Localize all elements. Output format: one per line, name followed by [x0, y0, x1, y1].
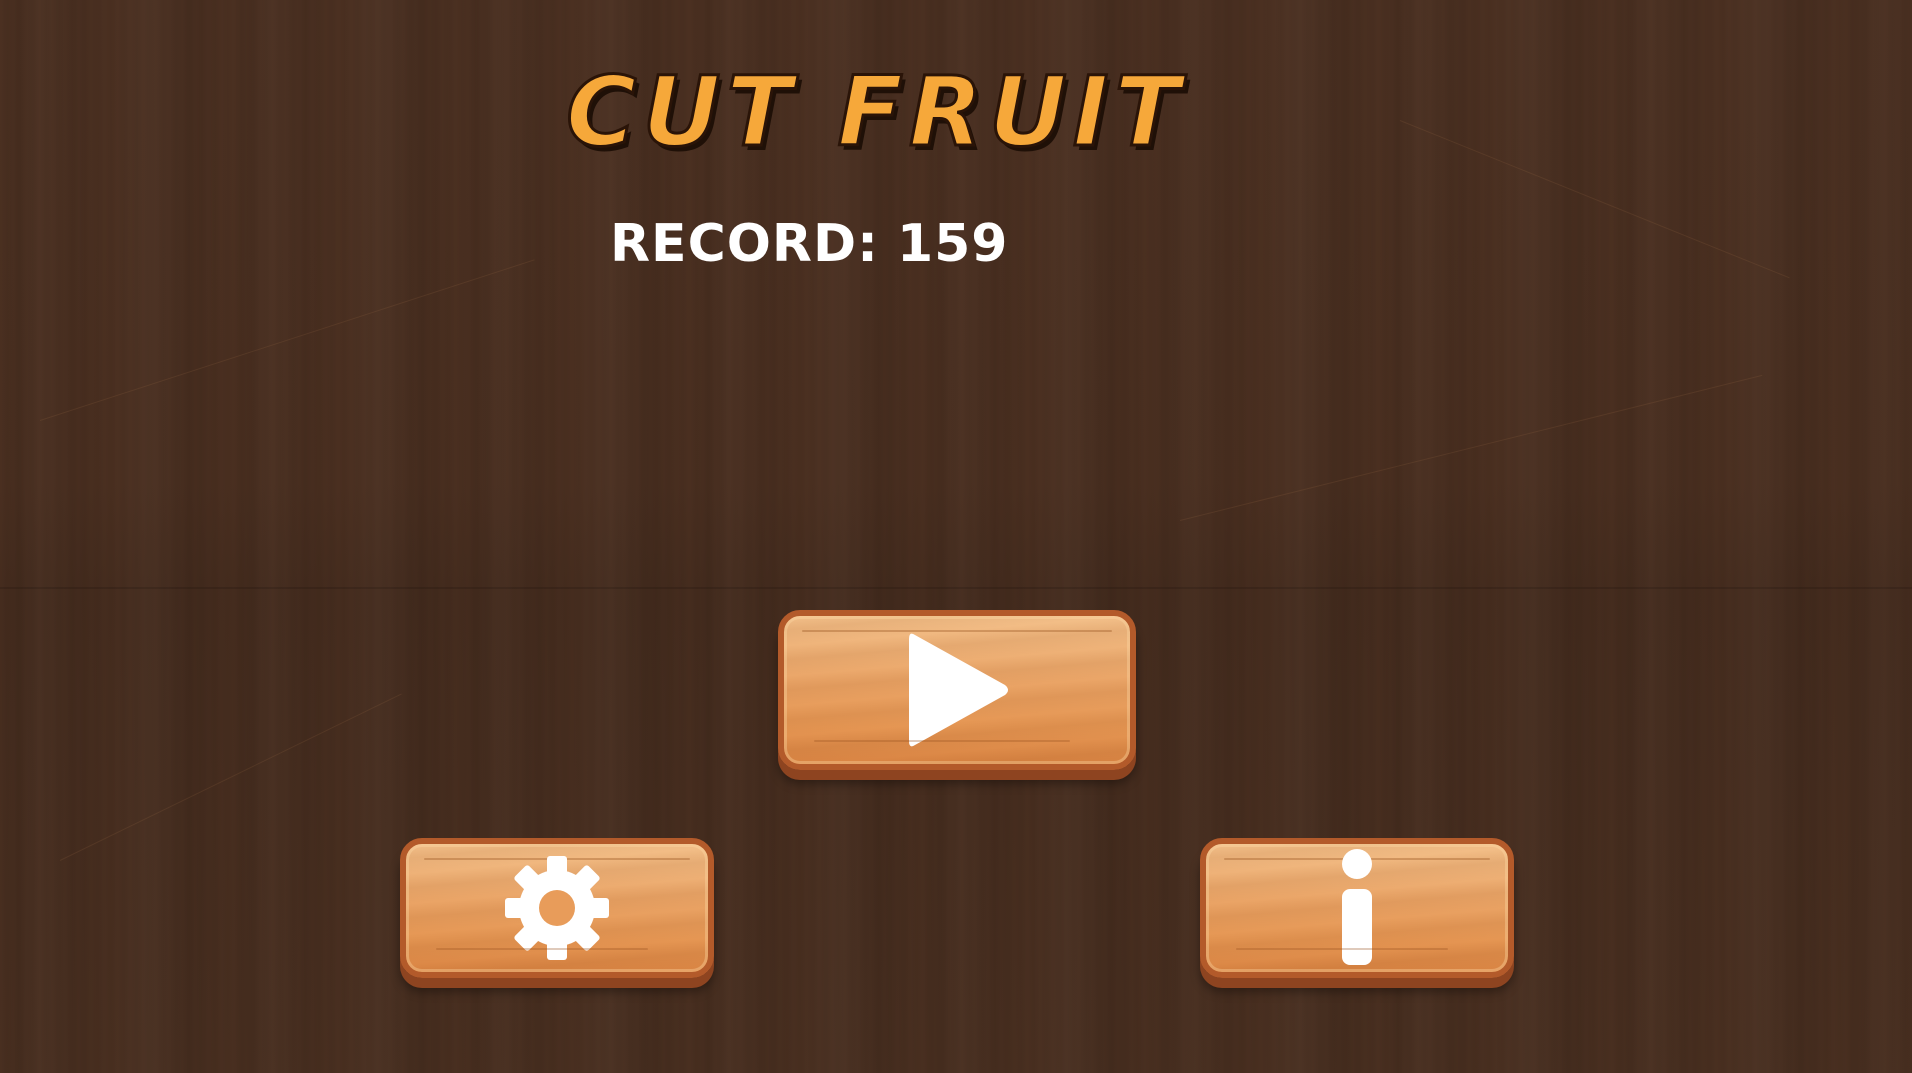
wood-scratch	[59, 693, 402, 861]
wood-scratch	[1179, 374, 1763, 521]
game-title: Cut Fruit	[565, 56, 1186, 168]
info-button[interactable]	[1200, 838, 1514, 978]
wood-scratch	[39, 259, 535, 421]
wood-scratch	[1399, 120, 1790, 279]
record-display: RECORD: 159	[610, 214, 1008, 274]
record-label: RECORD:	[610, 214, 879, 274]
play-icon	[909, 633, 1008, 747]
gear-icon	[505, 856, 609, 960]
info-icon	[1342, 849, 1372, 965]
record-value: 159	[896, 214, 1009, 274]
settings-button[interactable]	[400, 838, 714, 978]
wood-board-seam	[0, 587, 1912, 589]
play-button[interactable]	[778, 610, 1136, 770]
